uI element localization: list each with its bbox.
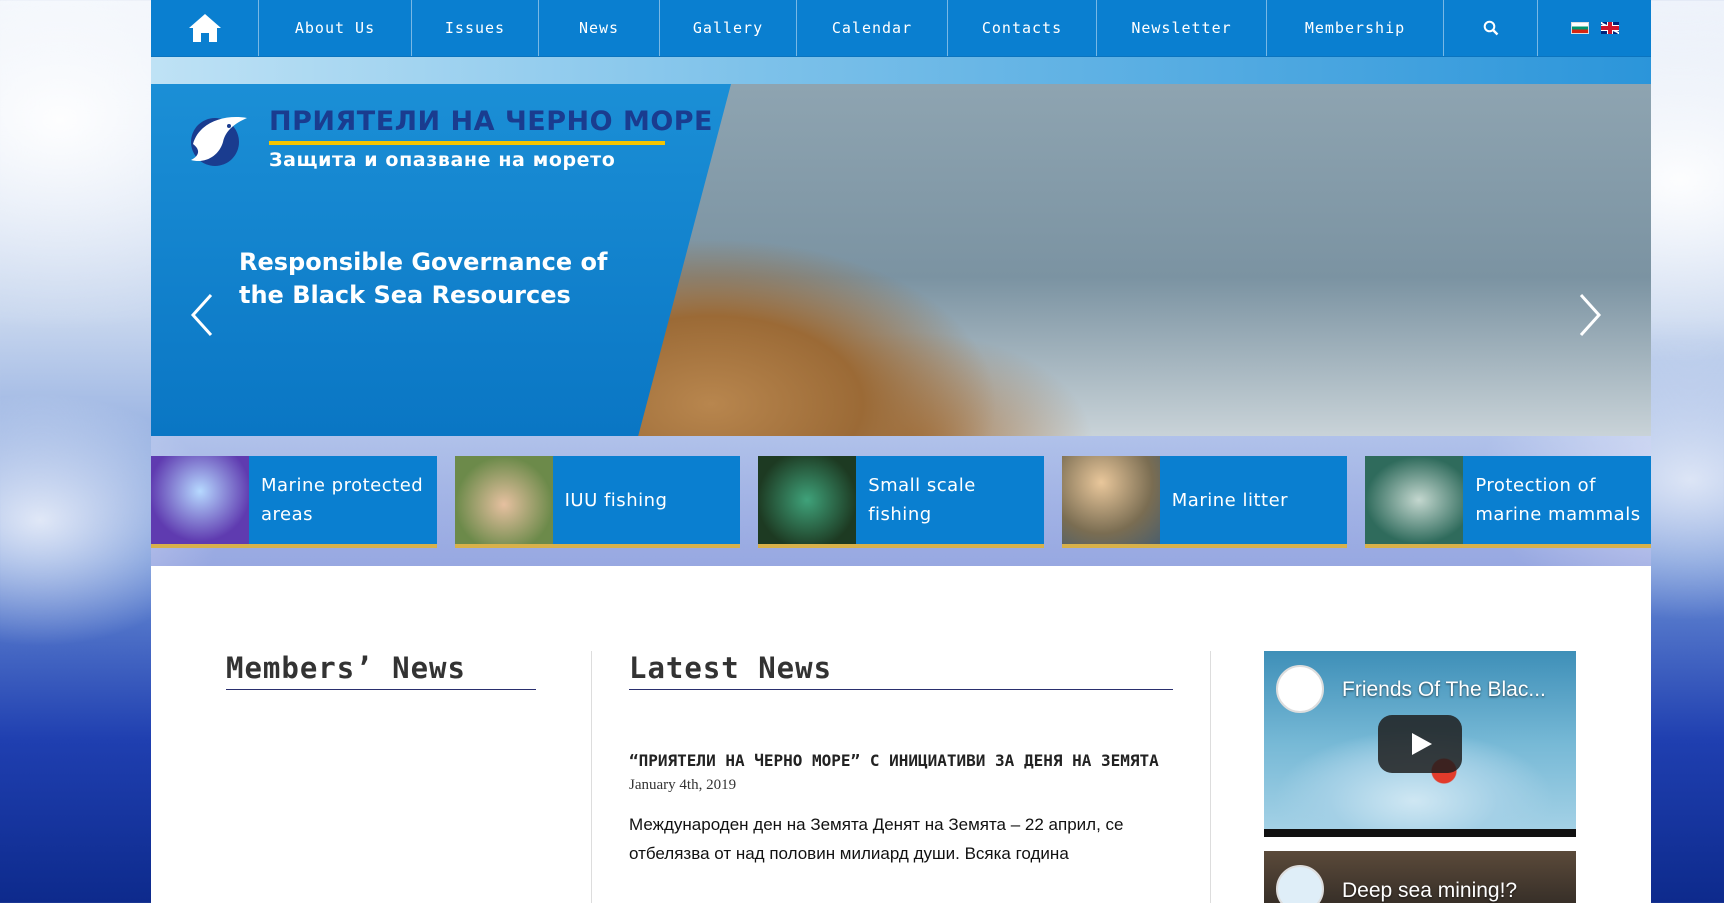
bg-flag-icon[interactable] bbox=[1570, 22, 1589, 34]
video-title[interactable]: Deep sea mining!? bbox=[1342, 879, 1517, 903]
topic-label: IUU fishing bbox=[564, 489, 668, 511]
channel-avatar[interactable] bbox=[1276, 865, 1324, 903]
members-news-section: Members’ News bbox=[226, 651, 536, 690]
search-button[interactable] bbox=[1444, 0, 1538, 56]
nav-news[interactable]: News bbox=[539, 0, 660, 56]
chevron-left-icon[interactable] bbox=[189, 292, 215, 338]
videos-section: Friends Of The Blac... Deep sea mining!? bbox=[1264, 651, 1576, 903]
topic-thumbnail bbox=[1365, 456, 1464, 544]
nav-membership[interactable]: Membership bbox=[1267, 0, 1444, 56]
home-icon bbox=[188, 14, 221, 42]
nav-newsletter[interactable]: Newsletter bbox=[1097, 0, 1267, 56]
latest-news-title: Latest News bbox=[629, 651, 1173, 690]
video-embed[interactable]: Deep sea mining!? bbox=[1264, 851, 1576, 903]
topic-label: Small scale fishing bbox=[868, 475, 976, 525]
channel-avatar[interactable] bbox=[1276, 665, 1324, 713]
video-embed[interactable]: Friends Of The Blac... bbox=[1264, 651, 1576, 837]
topic-label: Marine litter bbox=[1171, 489, 1289, 511]
video-title[interactable]: Friends Of The Blac... bbox=[1342, 678, 1546, 702]
topic-card-marine-litter[interactable]: Marine litter bbox=[1061, 456, 1348, 548]
nav-contacts[interactable]: Contacts bbox=[948, 0, 1097, 56]
nav-gallery[interactable]: Gallery bbox=[660, 0, 797, 56]
main-nav: About Us Issues News Gallery Calendar Co… bbox=[151, 0, 1651, 57]
news-item-title[interactable]: “Приятели на Черно море” с инициативи за… bbox=[629, 748, 1173, 773]
topic-card-protection-of-marine-mammals[interactable]: Protection of marine mammals bbox=[1365, 456, 1651, 548]
decorative-strip bbox=[151, 57, 1651, 84]
hero-slider: ПРИЯТЕЛИ НА ЧЕРНО МОРЕ Защита и опазване… bbox=[151, 84, 1651, 436]
dolphin-logo-icon bbox=[191, 116, 247, 166]
home-button[interactable] bbox=[151, 0, 259, 56]
topic-thumbnail bbox=[151, 456, 249, 544]
topic-card-iuu-fishing[interactable]: IUU fishing bbox=[454, 456, 741, 548]
nav-issues[interactable]: Issues bbox=[412, 0, 539, 56]
topic-card-marine-protected-areas[interactable]: Marine protected areas bbox=[151, 456, 437, 548]
nav-calendar[interactable]: Calendar bbox=[797, 0, 948, 56]
column-divider bbox=[591, 651, 592, 903]
column-divider bbox=[1210, 651, 1211, 903]
nav-about-us[interactable]: About Us bbox=[259, 0, 412, 56]
topic-thumbnail bbox=[758, 456, 857, 544]
logo-divider bbox=[269, 141, 665, 145]
topic-thumbnail bbox=[1061, 456, 1160, 544]
play-icon[interactable] bbox=[1378, 715, 1462, 773]
members-news-title: Members’ News bbox=[226, 651, 536, 690]
topic-thumbnail bbox=[454, 456, 553, 544]
main-content: Members’ News Latest News “Приятели на Ч… bbox=[151, 566, 1651, 903]
topic-card-small-scale-fishing[interactable]: Small scale fishing bbox=[758, 456, 1044, 548]
news-item-date: January 4th, 2019 bbox=[629, 777, 737, 793]
topic-cards: Marine protected areas IUU fishing Small… bbox=[151, 436, 1651, 566]
video-bottom-bar bbox=[1264, 829, 1576, 837]
news-item-excerpt: Международен ден на Земята Денят на Земя… bbox=[629, 815, 1124, 863]
en-flag-icon[interactable] bbox=[1600, 22, 1619, 34]
logo-tagline: Защита и опазване на морето bbox=[269, 149, 616, 171]
search-icon bbox=[1483, 20, 1498, 36]
topic-label: Protection of marine mammals bbox=[1475, 475, 1641, 525]
latest-news-section: Latest News “Приятели на Черно море” с и… bbox=[629, 651, 1173, 868]
logo-title: ПРИЯТЕЛИ НА ЧЕРНО МОРЕ bbox=[269, 106, 714, 137]
language-switcher bbox=[1538, 0, 1651, 56]
chevron-right-icon[interactable] bbox=[1577, 292, 1603, 338]
slide-title[interactable]: Responsible Governance of the Black Sea … bbox=[239, 246, 659, 312]
topic-label: Marine protected areas bbox=[261, 475, 424, 525]
site-logo[interactable]: ПРИЯТЕЛИ НА ЧЕРНО МОРЕ Защита и опазване… bbox=[185, 106, 713, 171]
